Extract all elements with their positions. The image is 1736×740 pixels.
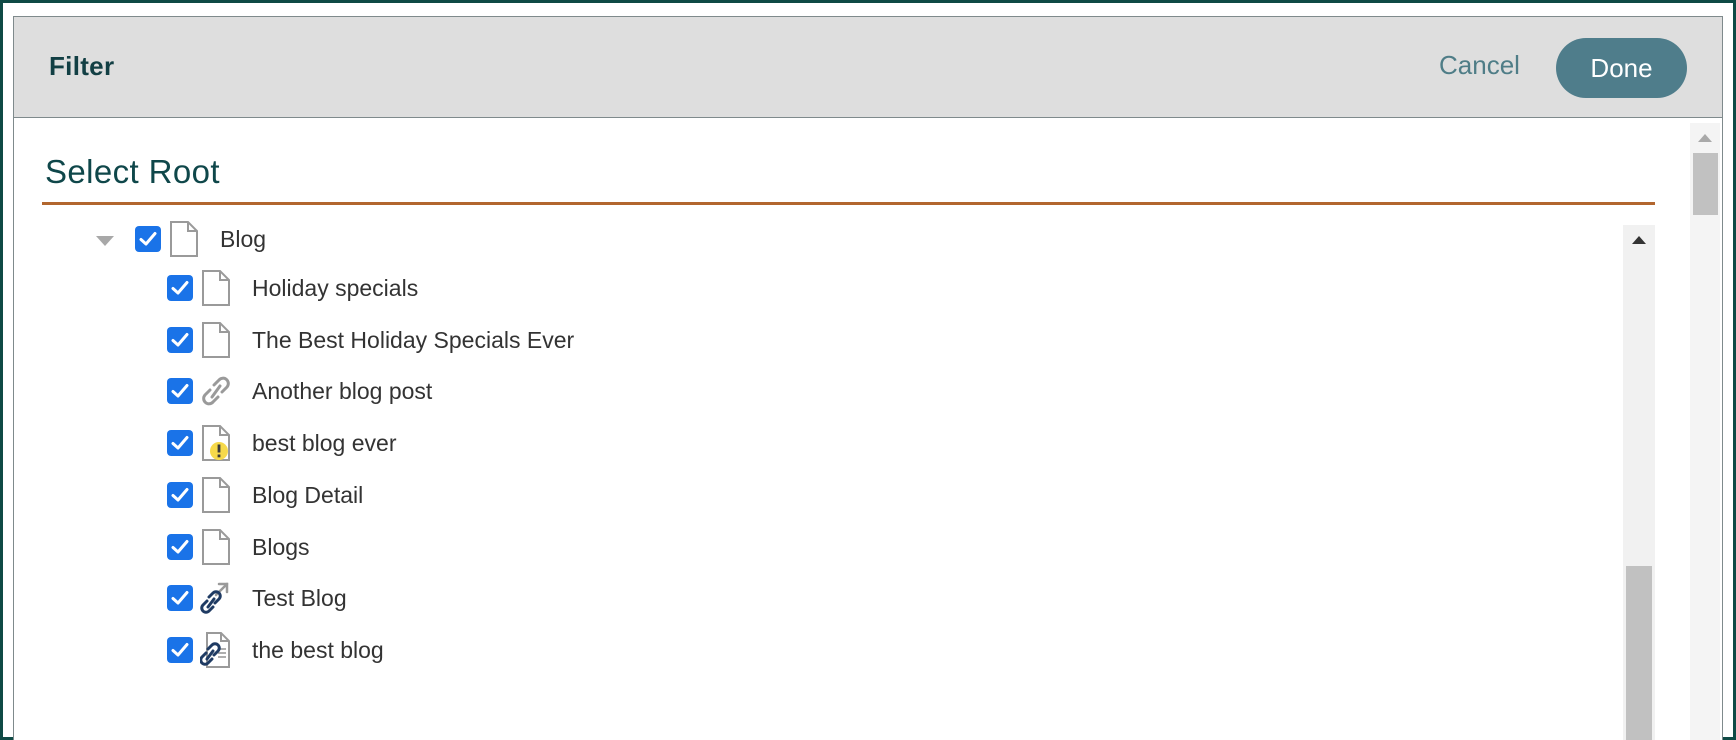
- page-warning-icon: [202, 425, 230, 461]
- scrollbar-thumb[interactable]: [1693, 153, 1718, 215]
- tree-node-label: best blog ever: [252, 430, 397, 456]
- tree-node-item[interactable]: Test Blog: [14, 576, 1614, 620]
- tree-node-checkbox[interactable]: [167, 327, 193, 353]
- tree-node-label: the best blog: [252, 637, 384, 663]
- tree-node-label: Blog Detail: [252, 482, 364, 508]
- tree-node-label: The Best Holiday Specials Ever: [252, 327, 575, 353]
- tree-node-checkbox[interactable]: [167, 430, 193, 456]
- dialog-title: Filter: [49, 51, 115, 81]
- tree-node-label: Holiday specials: [252, 275, 419, 301]
- section-title: Select Root: [45, 153, 220, 190]
- cancel-button[interactable]: Cancel: [1439, 50, 1520, 81]
- dialog-scrollbar[interactable]: [1690, 123, 1720, 740]
- tree-node-blog[interactable]: Blog: [14, 217, 1614, 261]
- tree-node-item[interactable]: Another blog post: [14, 369, 1614, 413]
- tree-node-item[interactable]: Blogs: [14, 525, 1614, 569]
- tree-node-checkbox[interactable]: [167, 534, 193, 560]
- page-icon: [202, 477, 230, 513]
- tree-node-checkbox[interactable]: [167, 275, 193, 301]
- tree-node-checkbox[interactable]: [167, 637, 193, 663]
- tree-node-item[interactable]: The Best Holiday Specials Ever: [14, 318, 1614, 362]
- scroll-up-icon[interactable]: [1632, 236, 1646, 244]
- section-divider: [42, 202, 1655, 205]
- link-icon: [202, 376, 230, 406]
- page-icon: [202, 529, 230, 565]
- page-icon: [202, 322, 230, 358]
- tree-node-item[interactable]: best blog ever: [14, 421, 1614, 465]
- tree-node-label: Blogs: [252, 534, 310, 560]
- page-icon: [170, 221, 198, 257]
- tree-node-label: Blog: [220, 226, 267, 252]
- linked-page-icon: [200, 632, 230, 668]
- dialog-header: Filter Cancel Done: [14, 17, 1722, 118]
- tree-node-checkbox[interactable]: [167, 482, 193, 508]
- done-button[interactable]: Done: [1556, 38, 1687, 98]
- tree-node-item[interactable]: the best blog: [14, 628, 1614, 672]
- page-icon: [202, 270, 230, 306]
- tree-node-checkbox[interactable]: [135, 226, 161, 252]
- tree-scrollbar[interactable]: [1623, 225, 1655, 740]
- scroll-up-icon[interactable]: [1698, 134, 1712, 142]
- tree-node-label: Test Blog: [252, 585, 347, 611]
- tree-node-checkbox[interactable]: [167, 378, 193, 404]
- tree-node-label: Another blog post: [252, 378, 433, 404]
- chevron-down-icon[interactable]: [96, 236, 114, 246]
- tree-node-checkbox[interactable]: [167, 585, 193, 611]
- scrollbar-thumb[interactable]: [1626, 566, 1652, 740]
- tree-node-item[interactable]: Holiday specials: [14, 266, 1614, 310]
- external-link-icon: [200, 582, 229, 614]
- tree-node-item[interactable]: Blog Detail: [14, 473, 1614, 517]
- filter-dialog: Filter Cancel Done Select Root Blog Holi…: [13, 16, 1723, 740]
